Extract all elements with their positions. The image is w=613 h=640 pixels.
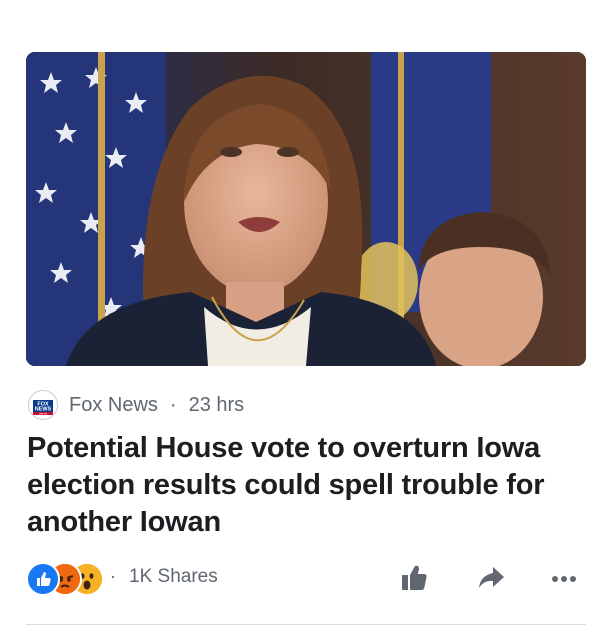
like-button[interactable]	[396, 560, 432, 596]
post-timestamp[interactable]: 23 hrs	[189, 394, 245, 417]
reactions-summary[interactable]	[26, 562, 106, 596]
fox-news-logo[interactable]: FOX NEWS channel	[28, 390, 58, 420]
separator-dot: ·	[169, 393, 177, 416]
article-photo	[26, 52, 586, 366]
shares-count[interactable]: 1K Shares	[129, 566, 218, 588]
separator-dot: ·	[110, 566, 116, 586]
engagement-row: · 1K Shares	[26, 560, 586, 596]
share-icon	[479, 567, 504, 588]
logo-text-small: channel	[39, 413, 48, 416]
fox-news-logo-icon: FOX NEWS channel	[33, 400, 53, 416]
logo-text-bottom: NEWS	[35, 407, 52, 413]
more-icon	[552, 576, 576, 582]
post-source-row: FOX NEWS channel Fox News · 23 hrs	[28, 389, 244, 421]
like-icon	[402, 565, 427, 590]
source-name[interactable]: Fox News	[69, 394, 158, 417]
post-divider	[26, 624, 586, 625]
share-button[interactable]	[473, 560, 509, 596]
like-icon	[26, 562, 60, 596]
article-headline[interactable]: Potential House vote to overturn Iowa el…	[27, 430, 597, 541]
more-options-button[interactable]	[546, 560, 582, 596]
article-image[interactable]	[26, 52, 586, 366]
